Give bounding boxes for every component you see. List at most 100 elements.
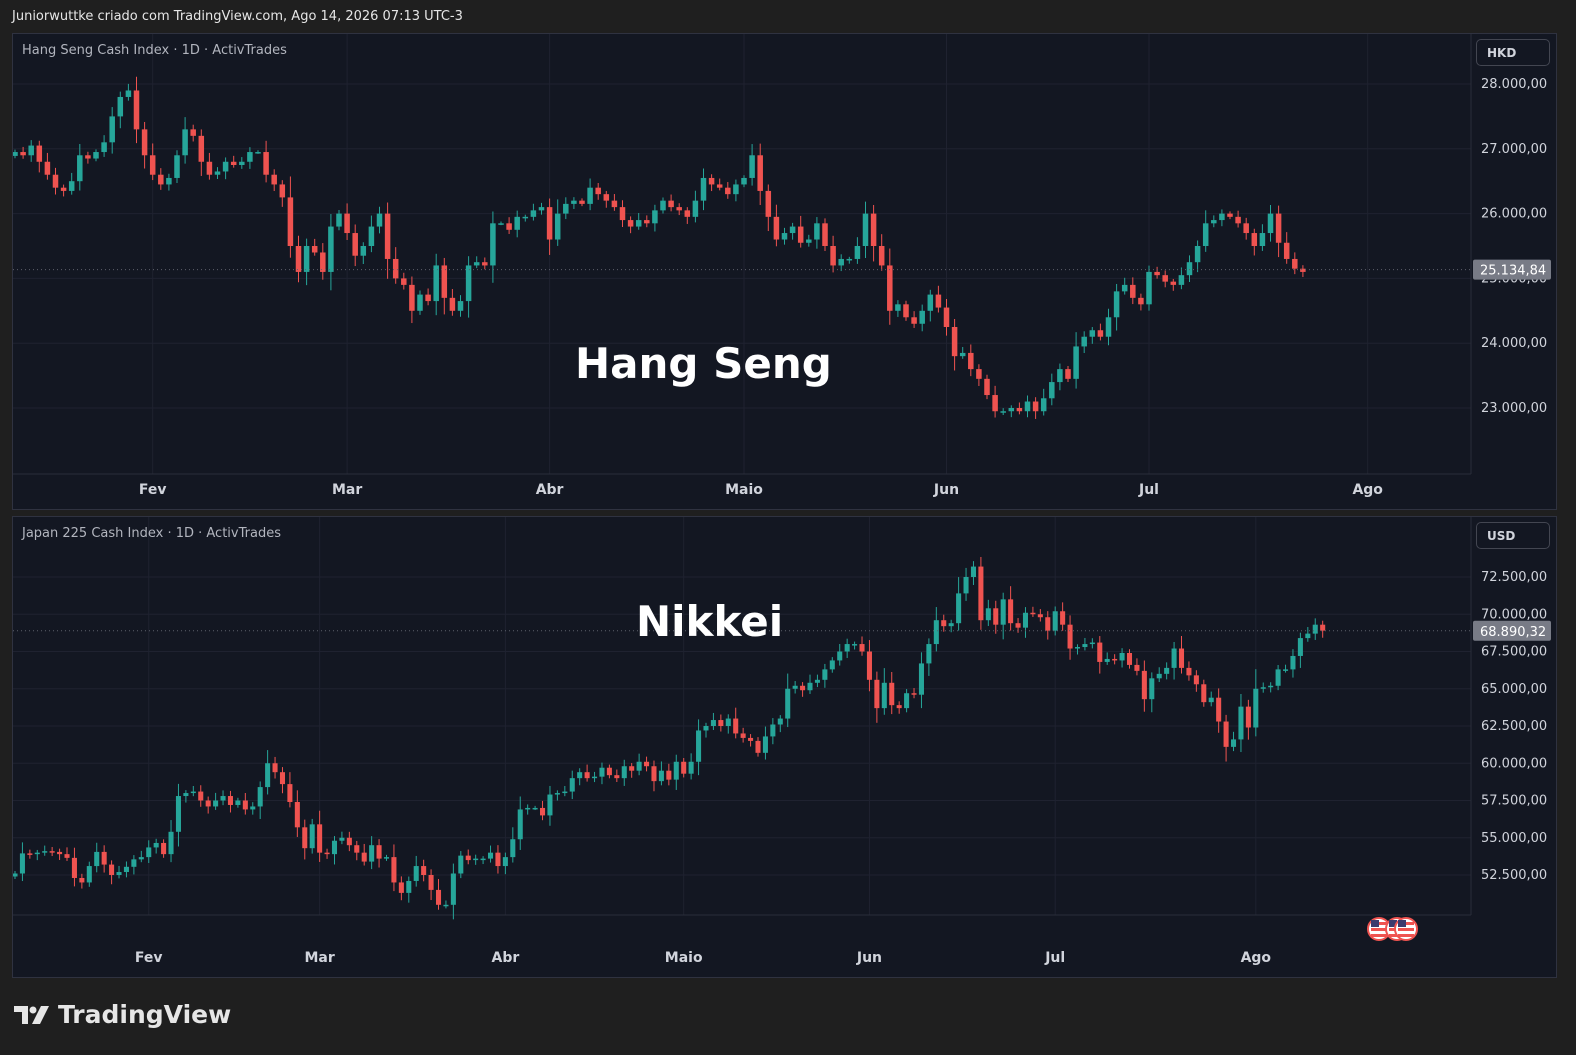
- candle-body[interactable]: [696, 730, 702, 762]
- candle-body[interactable]: [1097, 642, 1103, 662]
- candle-body[interactable]: [482, 262, 488, 266]
- candle-body[interactable]: [603, 194, 610, 201]
- candle-body[interactable]: [619, 207, 626, 221]
- candle-body[interactable]: [635, 220, 642, 227]
- candle-body[interactable]: [220, 796, 226, 801]
- candle-body[interactable]: [978, 566, 984, 621]
- candle-body[interactable]: [1297, 638, 1303, 656]
- candle-body[interactable]: [941, 620, 947, 627]
- candle-body[interactable]: [1113, 291, 1120, 318]
- candle-body[interactable]: [428, 875, 434, 890]
- candle-body[interactable]: [13, 152, 18, 156]
- candle-body[interactable]: [85, 155, 91, 159]
- candle-body[interactable]: [1292, 258, 1298, 269]
- candle-body[interactable]: [651, 766, 657, 782]
- candle-body[interactable]: [1162, 275, 1168, 282]
- candle-body[interactable]: [611, 200, 618, 208]
- candle-body[interactable]: [1045, 617, 1051, 631]
- candle-body[interactable]: [1138, 297, 1144, 305]
- candle-body[interactable]: [490, 223, 496, 266]
- us-flag-event-icon[interactable]: [1394, 917, 1418, 941]
- candle-body[interactable]: [71, 857, 77, 878]
- candle-body[interactable]: [870, 213, 877, 246]
- candle-body[interactable]: [1201, 684, 1207, 703]
- candle-body[interactable]: [401, 278, 407, 285]
- candle-body[interactable]: [1037, 614, 1043, 618]
- candle-body[interactable]: [606, 767, 612, 776]
- candle-body[interactable]: [109, 864, 115, 875]
- candle-body[interactable]: [409, 284, 415, 311]
- candle-body[interactable]: [1057, 369, 1063, 383]
- candle-body[interactable]: [398, 882, 404, 893]
- candle-body[interactable]: [421, 866, 427, 875]
- candle-body[interactable]: [748, 737, 754, 741]
- candle-body[interactable]: [235, 800, 241, 805]
- candle-body[interactable]: [1130, 284, 1136, 298]
- candle-body[interactable]: [271, 174, 277, 185]
- candle-body[interactable]: [644, 220, 650, 224]
- candle-body[interactable]: [213, 800, 219, 807]
- candle-body[interactable]: [465, 265, 472, 302]
- candle-body[interactable]: [762, 736, 768, 753]
- candle-body[interactable]: [984, 378, 990, 396]
- candle-body[interactable]: [369, 845, 375, 862]
- candle-body[interactable]: [450, 873, 456, 905]
- candle-body[interactable]: [1164, 667, 1170, 674]
- candle-body[interactable]: [1065, 369, 1071, 379]
- candle-body[interactable]: [1243, 223, 1249, 234]
- candle-body[interactable]: [346, 837, 352, 846]
- candle-body[interactable]: [1275, 669, 1281, 686]
- candle-body[interactable]: [1008, 599, 1014, 624]
- candle-body[interactable]: [376, 845, 382, 859]
- candle-body[interactable]: [1008, 408, 1015, 412]
- candle-body[interactable]: [652, 210, 658, 224]
- candle-body[interactable]: [1073, 346, 1079, 379]
- candle-body[interactable]: [182, 129, 188, 156]
- candle-body[interactable]: [733, 184, 739, 195]
- candle-body[interactable]: [554, 793, 560, 795]
- candle-body[interactable]: [1097, 330, 1104, 337]
- nikkei-chart-svg[interactable]: 72.500,00 70.000,00 67.500,00 65.000,00 62.5…: [13, 517, 1557, 978]
- candle-body[interactable]: [368, 226, 375, 246]
- tradingview-logo[interactable]: TradingView: [14, 1000, 231, 1029]
- candle-body[interactable]: [352, 233, 358, 256]
- candle-body[interactable]: [1134, 664, 1140, 671]
- candle-body[interactable]: [473, 858, 479, 861]
- candle-body[interactable]: [175, 796, 181, 832]
- candle-body[interactable]: [904, 693, 910, 709]
- candle-body[interactable]: [425, 294, 431, 302]
- candle-body[interactable]: [57, 851, 63, 855]
- candle-body[interactable]: [852, 644, 858, 646]
- candle-body[interactable]: [406, 880, 412, 893]
- candle-body[interactable]: [1245, 706, 1251, 728]
- candle-body[interactable]: [943, 307, 950, 327]
- candle-body[interactable]: [295, 246, 302, 272]
- candle-body[interactable]: [935, 294, 942, 308]
- candle-body[interactable]: [621, 766, 627, 779]
- candle-body[interactable]: [530, 210, 537, 217]
- candle-body[interactable]: [1312, 624, 1318, 634]
- currency-button-usd[interactable]: USD: [1476, 522, 1550, 549]
- candle-body[interactable]: [309, 824, 315, 849]
- candle-body[interactable]: [592, 776, 598, 779]
- candle-body[interactable]: [757, 155, 763, 191]
- candle-body[interactable]: [458, 855, 464, 874]
- candle-body[interactable]: [1060, 611, 1066, 625]
- candle-body[interactable]: [1156, 673, 1162, 679]
- candle-body[interactable]: [673, 761, 679, 780]
- candle-body[interactable]: [725, 718, 731, 726]
- candle-body[interactable]: [1149, 678, 1155, 700]
- candle-body[interactable]: [822, 669, 828, 680]
- candle-body[interactable]: [666, 770, 672, 780]
- candle-body[interactable]: [866, 651, 872, 680]
- candle-body[interactable]: [506, 223, 512, 230]
- candle-body[interactable]: [1040, 398, 1047, 412]
- candle-body[interactable]: [1219, 213, 1225, 221]
- candle-body[interactable]: [198, 791, 204, 801]
- candle-body[interactable]: [222, 161, 229, 172]
- candle-body[interactable]: [242, 800, 248, 810]
- candle-body[interactable]: [77, 155, 83, 182]
- candle-body[interactable]: [725, 187, 731, 195]
- candle-body[interactable]: [465, 855, 471, 861]
- candle-body[interactable]: [344, 213, 350, 234]
